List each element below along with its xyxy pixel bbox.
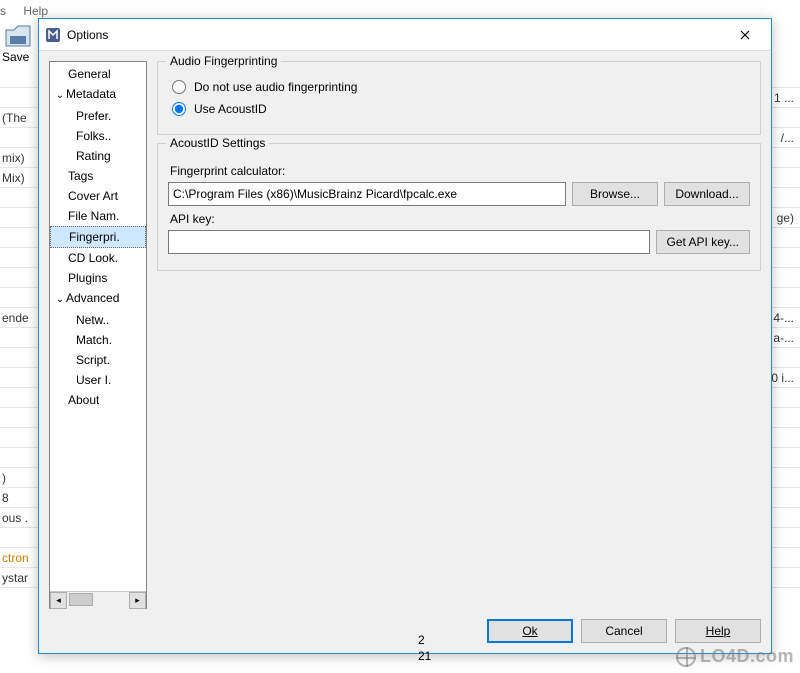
close-icon bbox=[740, 30, 750, 40]
get-apikey-button[interactable]: Get API key... bbox=[656, 230, 750, 254]
scroll-track[interactable] bbox=[67, 592, 129, 609]
watermark-text: LO4D.com bbox=[700, 646, 794, 667]
tree-item-fingerpri[interactable]: Fingerpri. bbox=[50, 226, 146, 248]
tree-item-prefer[interactable]: Prefer. bbox=[50, 106, 146, 126]
tree-item-cover-art[interactable]: Cover Art bbox=[50, 186, 146, 206]
tree-item-label: Advanced bbox=[66, 291, 119, 305]
tree-item-label: Plugins bbox=[68, 271, 107, 285]
tree-item-label: CD Look. bbox=[68, 251, 118, 265]
bg-menu-item: Help bbox=[23, 4, 48, 18]
tree-item-folks[interactable]: Folks.. bbox=[50, 126, 146, 146]
chevron-down-icon: ⌄ bbox=[54, 86, 66, 106]
tree-item-label: Folks.. bbox=[76, 129, 111, 143]
fingerprinting-group: Audio Fingerprinting Do not use audio fi… bbox=[157, 61, 761, 135]
tree-item-cd-look[interactable]: CD Look. bbox=[50, 248, 146, 268]
bg-bottom-numbers: 221 bbox=[418, 632, 431, 664]
tree-item-label: Match. bbox=[76, 333, 112, 347]
tree-item-label: Script. bbox=[76, 353, 110, 367]
save-icon bbox=[4, 24, 32, 51]
calc-label: Fingerprint calculator: bbox=[170, 164, 750, 178]
scroll-thumb[interactable] bbox=[69, 593, 93, 606]
tree-item-label: General bbox=[68, 67, 111, 81]
radio-use-acoustid[interactable]: Use AcoustID bbox=[172, 102, 750, 116]
calc-path-input[interactable] bbox=[168, 182, 566, 206]
tree-item-label: Metadata bbox=[66, 87, 116, 101]
titlebar: Options bbox=[39, 19, 771, 51]
bg-menu-item: s bbox=[0, 4, 6, 18]
watermark: LO4D.com bbox=[676, 646, 794, 667]
tree-item-label: Tags bbox=[68, 169, 93, 183]
bg-save-label: Save bbox=[2, 50, 29, 64]
help-button[interactable]: Help bbox=[675, 619, 761, 643]
tree-list[interactable]: General⌄MetadataPrefer.Folks..RatingTags… bbox=[50, 62, 146, 591]
radio-no-fingerprinting[interactable]: Do not use audio fingerprinting bbox=[172, 80, 750, 94]
fingerprinting-legend: Audio Fingerprinting bbox=[166, 54, 281, 68]
chevron-down-icon: ⌄ bbox=[54, 290, 66, 310]
scroll-left-arrow[interactable]: ◂ bbox=[50, 592, 67, 609]
ok-button[interactable]: Ok bbox=[487, 619, 573, 643]
tree-item-script[interactable]: Script. bbox=[50, 350, 146, 370]
tree-horizontal-scrollbar[interactable]: ◂ ▸ bbox=[50, 591, 146, 608]
tree-item-label: About bbox=[68, 393, 99, 407]
tree-item-label: Prefer. bbox=[76, 109, 111, 123]
tree-item-plugins[interactable]: Plugins bbox=[50, 268, 146, 288]
tree-item-netw[interactable]: Netw.. bbox=[50, 310, 146, 330]
options-tree: General⌄MetadataPrefer.Folks..RatingTags… bbox=[49, 61, 147, 609]
radio-use-acoustid-input[interactable] bbox=[172, 102, 186, 116]
apikey-input[interactable] bbox=[168, 230, 650, 254]
bg-menubar: s Help bbox=[0, 4, 62, 18]
tree-item-label: Rating bbox=[76, 149, 111, 163]
tree-item-advanced[interactable]: ⌄Advanced bbox=[50, 288, 146, 310]
acoustid-legend: AcoustID Settings bbox=[166, 136, 269, 150]
radio-no-fingerprinting-input[interactable] bbox=[172, 80, 186, 94]
download-button[interactable]: Download... bbox=[664, 182, 750, 206]
acoustid-group: AcoustID Settings Fingerprint calculator… bbox=[157, 143, 761, 271]
globe-icon bbox=[676, 647, 696, 667]
tree-item-label: User I. bbox=[76, 373, 111, 387]
tree-item-about[interactable]: About bbox=[50, 390, 146, 410]
tree-item-file-nam[interactable]: File Nam. bbox=[50, 206, 146, 226]
options-dialog: Options General⌄MetadataPrefer.Folks..Ra… bbox=[38, 18, 772, 654]
tree-item-match[interactable]: Match. bbox=[50, 330, 146, 350]
dialog-footer: Ok Cancel Help bbox=[39, 609, 771, 653]
browse-button[interactable]: Browse... bbox=[572, 182, 658, 206]
close-button[interactable] bbox=[725, 21, 765, 49]
dialog-title: Options bbox=[67, 28, 725, 42]
tree-item-user-i[interactable]: User I. bbox=[50, 370, 146, 390]
tree-item-label: File Nam. bbox=[68, 209, 119, 223]
cancel-button[interactable]: Cancel bbox=[581, 619, 667, 643]
tree-item-metadata[interactable]: ⌄Metadata bbox=[50, 84, 146, 106]
tree-item-tags[interactable]: Tags bbox=[50, 166, 146, 186]
apikey-label: API key: bbox=[170, 212, 750, 226]
tree-item-rating[interactable]: Rating bbox=[50, 146, 146, 166]
tree-item-label: Fingerpri. bbox=[69, 230, 120, 244]
radio-label: Use AcoustID bbox=[194, 102, 267, 116]
tree-item-general[interactable]: General bbox=[50, 64, 146, 84]
app-icon bbox=[45, 27, 61, 43]
radio-label: Do not use audio fingerprinting bbox=[194, 80, 357, 94]
tree-item-label: Cover Art bbox=[68, 189, 118, 203]
tree-item-label: Netw.. bbox=[76, 313, 109, 327]
options-content: Audio Fingerprinting Do not use audio fi… bbox=[157, 61, 761, 609]
scroll-right-arrow[interactable]: ▸ bbox=[129, 592, 146, 609]
